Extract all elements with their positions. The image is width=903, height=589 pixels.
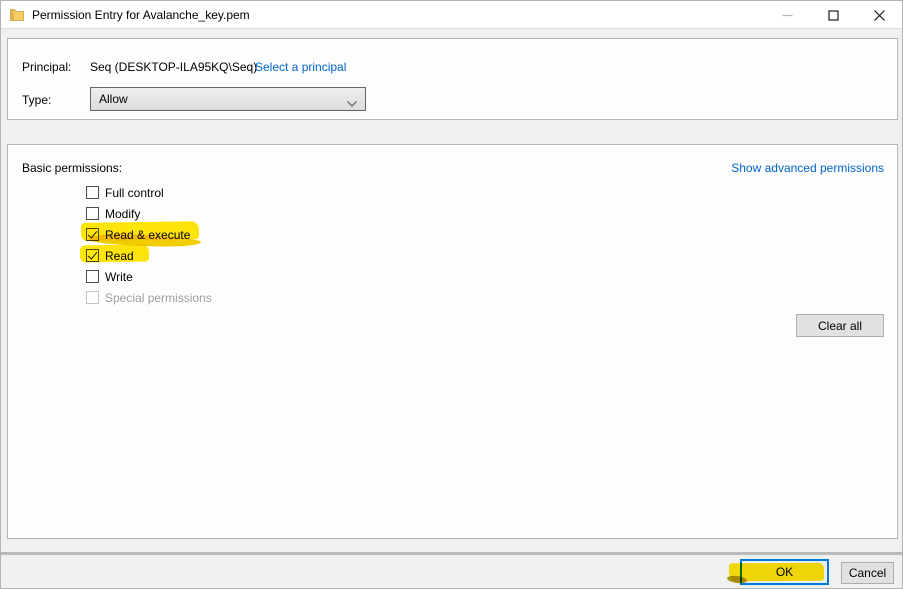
checkbox-write[interactable] <box>86 270 99 283</box>
select-principal-link[interactable]: Select a principal <box>255 60 346 74</box>
perm-row-read: Read <box>86 248 212 263</box>
principal-value: Seq (DESKTOP-ILA95KQ\Seq) <box>90 60 257 74</box>
perm-label[interactable]: Read <box>105 249 134 263</box>
ok-button-label: OK <box>776 565 793 579</box>
close-button[interactable] <box>856 1 902 29</box>
minimize-button <box>764 1 810 29</box>
titlebar: Permission Entry for Avalanche_key.pem <box>1 1 902 29</box>
type-dropdown-value: Allow <box>99 92 128 106</box>
perm-label[interactable]: Write <box>105 270 133 284</box>
checkbox-read-execute[interactable] <box>86 228 99 241</box>
window-controls <box>764 1 902 29</box>
checkbox-modify[interactable] <box>86 207 99 220</box>
basic-permissions-label: Basic permissions: <box>22 161 122 175</box>
type-dropdown[interactable]: Allow <box>90 87 366 111</box>
perm-label[interactable]: Read & execute <box>105 228 190 242</box>
clear-all-label: Clear all <box>818 319 862 333</box>
perm-label: Special permissions <box>105 291 212 305</box>
clear-all-button[interactable]: Clear all <box>796 314 884 337</box>
type-label: Type: <box>22 93 51 107</box>
show-advanced-permissions-link[interactable]: Show advanced permissions <box>731 161 884 175</box>
principal-panel: Principal: Seq (DESKTOP-ILA95KQ\Seq) Sel… <box>7 38 898 120</box>
checkbox-special-permissions <box>86 291 99 304</box>
perm-row-special-permissions: Special permissions <box>86 290 212 305</box>
perm-row-full-control: Full control <box>86 185 212 200</box>
perm-row-read-execute: Read & execute <box>86 227 212 242</box>
perm-row-modify: Modify <box>86 206 212 221</box>
perm-label[interactable]: Full control <box>105 186 164 200</box>
chevron-down-icon <box>347 96 357 110</box>
perm-label[interactable]: Modify <box>105 207 140 221</box>
maximize-button[interactable] <box>810 1 856 29</box>
cancel-button[interactable]: Cancel <box>841 562 894 584</box>
cancel-button-label: Cancel <box>849 566 886 580</box>
ok-button[interactable]: OK <box>740 559 829 585</box>
checkbox-full-control[interactable] <box>86 186 99 199</box>
perm-row-write: Write <box>86 269 212 284</box>
folder-icon <box>10 8 24 21</box>
principal-label: Principal: <box>22 60 71 74</box>
permissions-list: Full control Modify Read & execute Read … <box>86 185 212 311</box>
permission-entry-dialog: Permission Entry for Avalanche_key.pem P… <box>0 0 903 589</box>
footer-divider <box>1 552 902 555</box>
permissions-panel: Basic permissions: Show advanced permiss… <box>7 144 898 539</box>
checkbox-read[interactable] <box>86 249 99 262</box>
window-title: Permission Entry for Avalanche_key.pem <box>32 8 250 22</box>
